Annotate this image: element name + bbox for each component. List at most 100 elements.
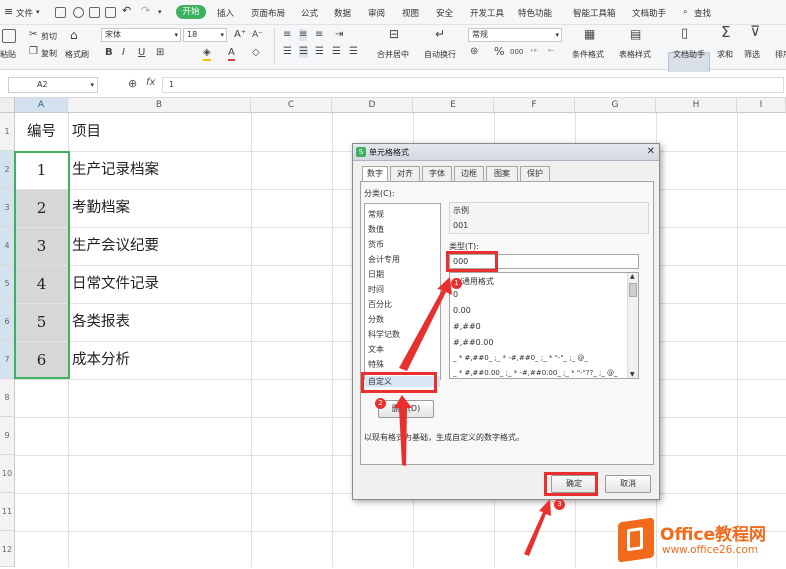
copy-button[interactable]: 复制 <box>41 48 57 59</box>
thousands-icon[interactable]: 000 <box>510 46 523 58</box>
menu-review[interactable]: 审阅 <box>368 7 385 19</box>
column-header-d[interactable]: D <box>332 98 413 113</box>
row-header-7[interactable]: 7 <box>0 341 15 379</box>
zoom-icon[interactable]: ⊕ <box>128 77 137 90</box>
menu-features[interactable]: 特色功能 <box>518 7 552 19</box>
table-style-button[interactable]: 表格样式 <box>619 49 651 60</box>
format-item[interactable]: 0.00 <box>453 306 471 315</box>
format-item[interactable]: 0 <box>453 290 458 299</box>
row-header-5[interactable]: 5 <box>0 265 15 303</box>
function-icon[interactable]: fx <box>146 77 155 88</box>
column-header-c[interactable]: C <box>251 98 332 113</box>
bold-icon[interactable]: B <box>105 47 113 59</box>
tab-border[interactable]: 边框 <box>454 166 484 181</box>
doc-helper-button[interactable]: 文档助手 <box>673 49 705 60</box>
column-header-e[interactable]: E <box>413 98 494 113</box>
cell-b1[interactable]: 项目 <box>72 113 101 151</box>
currency-icon[interactable]: ⊛ <box>470 46 478 58</box>
format-list[interactable]: G/通用格式 0 0.00 #,##0 #,##0.00 _ * #,##0_ … <box>449 272 639 379</box>
underline-icon[interactable]: U <box>138 47 145 59</box>
doc-helper-icon[interactable]: ▯ <box>681 27 688 40</box>
scroll-down-icon[interactable]: ▼ <box>630 371 635 378</box>
format-item[interactable]: #,##0.00 <box>453 338 493 347</box>
row-header-8[interactable]: 8 <box>0 379 15 417</box>
column-header-a[interactable]: A <box>15 98 68 113</box>
font-size-select[interactable]: 18 ▾ <box>183 28 227 42</box>
justify-icon[interactable]: ☰ <box>332 46 341 58</box>
cancel-button[interactable]: 取消 <box>605 475 651 493</box>
filter-button[interactable]: 筛选 <box>744 49 760 60</box>
category-time[interactable]: 时间 <box>368 284 384 295</box>
fill-color-icon[interactable]: ◈ <box>203 47 211 61</box>
indent-icon[interactable]: ⇥ <box>335 29 343 41</box>
tab-alignment[interactable]: 对齐 <box>390 166 420 181</box>
search-icon[interactable]: ⌕ <box>683 7 688 17</box>
column-header-b[interactable]: B <box>68 98 251 113</box>
font-name-select[interactable]: 宋体 ▾ <box>101 28 181 42</box>
menu-data[interactable]: 数据 <box>334 7 351 19</box>
tab-number[interactable]: 数字 <box>362 166 388 182</box>
align-left-icon[interactable]: ☰ <box>283 46 292 58</box>
percent-icon[interactable]: % <box>494 46 504 58</box>
number-format-select[interactable]: 常规 ▾ <box>468 28 562 42</box>
delete-button[interactable]: 删除(D) <box>378 400 434 418</box>
align-right-icon[interactable]: ☰ <box>315 46 324 58</box>
paste-icon[interactable] <box>2 29 16 43</box>
category-text[interactable]: 文本 <box>368 344 384 355</box>
scroll-thumb[interactable] <box>629 283 637 297</box>
cell-b2[interactable]: 生产记录档案 <box>72 152 159 189</box>
menu-doc-helper[interactable]: 文档助手 <box>632 7 666 19</box>
redo-arrow-icon[interactable]: ↷ <box>141 4 150 17</box>
preview-icon[interactable] <box>105 7 116 18</box>
category-currency[interactable]: 货币 <box>368 239 384 250</box>
menu-smart-toolbox[interactable]: 智能工具箱 <box>573 7 616 19</box>
format-item[interactable]: _ * #,##0.00_ ;_ * -#,##0.00_ ;_ * "-"??… <box>453 369 625 377</box>
format-item[interactable]: _ * #,##0_ ;_ * -#,##0_ ;_ * "-"_ ;_ @_ <box>453 354 625 362</box>
row-header-3[interactable]: 3 <box>0 189 15 227</box>
eraser-icon[interactable]: ◇ <box>252 47 260 59</box>
column-header-g[interactable]: G <box>575 98 656 113</box>
align-top-icon[interactable]: ≡ <box>283 29 291 41</box>
wrap-text-icon[interactable]: ↵ <box>435 28 445 40</box>
cell-b5[interactable]: 日常文件记录 <box>72 266 159 303</box>
tab-protection[interactable]: 保护 <box>520 166 550 181</box>
column-header-i[interactable]: I <box>737 98 786 113</box>
print-icon[interactable] <box>89 7 100 18</box>
cell-b3[interactable]: 考勤档案 <box>72 190 130 227</box>
row-header-4[interactable]: 4 <box>0 227 15 265</box>
category-percentage[interactable]: 百分比 <box>368 299 392 310</box>
sum-button[interactable]: 求和 <box>717 49 733 60</box>
cell-b6[interactable]: 各类报表 <box>72 304 130 341</box>
format-item[interactable]: #,##0 <box>453 322 481 331</box>
cell-b7[interactable]: 成本分析 <box>72 342 130 379</box>
column-header-f[interactable]: F <box>494 98 575 113</box>
conditional-format-icon[interactable]: ▦ <box>584 28 595 40</box>
wrap-text-button[interactable]: 自动换行 <box>424 49 456 60</box>
cell-a1[interactable]: 编号 <box>15 113 68 151</box>
sort-button[interactable]: 排序 <box>775 49 786 60</box>
menu-formula[interactable]: 公式 <box>301 7 318 19</box>
format-painter-icon[interactable]: ⌂ <box>70 29 78 41</box>
column-header-h[interactable]: H <box>656 98 737 113</box>
align-middle-icon[interactable]: ≡ <box>299 29 308 41</box>
menu-file[interactable]: 文件 <box>16 7 33 19</box>
menu-insert[interactable]: 插入 <box>217 7 234 19</box>
row-header-12[interactable]: 12 <box>0 531 15 567</box>
category-special[interactable]: 特殊 <box>368 359 384 370</box>
row-header-1[interactable]: 1 <box>0 113 15 151</box>
category-general[interactable]: 常规 <box>368 209 384 220</box>
merge-center-button[interactable]: 合并居中 <box>377 49 409 60</box>
row-header-2[interactable]: 2 <box>0 151 15 189</box>
tab-pattern[interactable]: 图案 <box>486 166 518 181</box>
name-box[interactable]: A2 ▾ <box>8 77 98 93</box>
close-icon[interactable]: ✕ <box>647 146 655 157</box>
menu-page-layout[interactable]: 页面布局 <box>251 7 285 19</box>
row-header-10[interactable]: 10 <box>0 455 15 493</box>
row-header-6[interactable]: 6 <box>0 303 15 341</box>
cell-b4[interactable]: 生产会议纪要 <box>72 228 159 265</box>
menu-security[interactable]: 安全 <box>436 7 453 19</box>
hamburger-icon[interactable]: ≡ <box>4 5 13 18</box>
copy-icon[interactable]: ❐ <box>29 46 38 58</box>
table-style-icon[interactable]: ▤ <box>630 28 641 40</box>
category-number[interactable]: 数值 <box>368 224 384 235</box>
